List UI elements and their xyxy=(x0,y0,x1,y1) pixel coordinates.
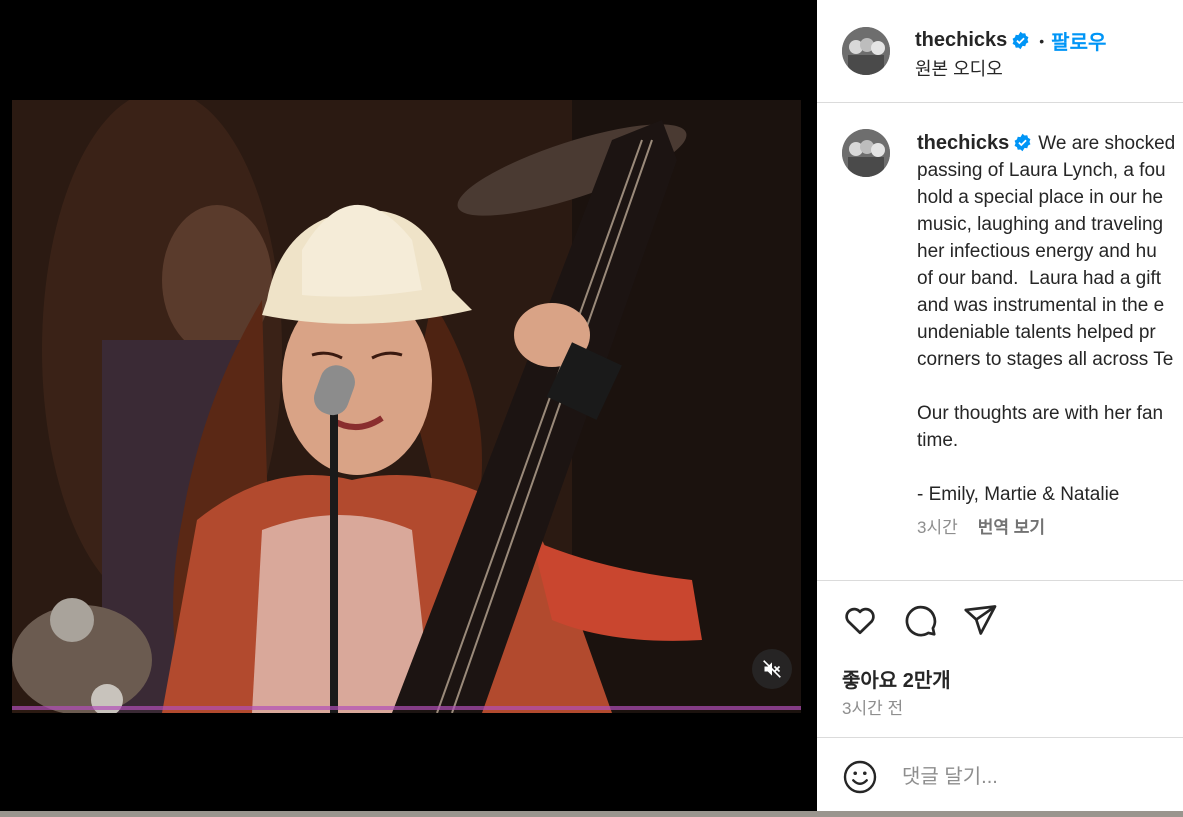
post-header: thechicks • 팔로우 원본 오디오 xyxy=(817,0,1183,103)
header-user-line: thechicks • 팔로우 xyxy=(915,26,1106,55)
caption-username[interactable]: thechicks xyxy=(917,132,1009,154)
caption-line: music, laughing and traveling xyxy=(917,214,1164,235)
caption-line: corners to stages all across Te xyxy=(917,349,1174,370)
caption-line: undeniable talents helped pr xyxy=(917,322,1156,343)
caption-line: time. xyxy=(917,430,959,451)
comment-composer xyxy=(817,737,1183,811)
caption-line: Our thoughts are with her fan xyxy=(917,403,1164,424)
caption-text: thechicks We are shocked passing of Laura… xyxy=(917,130,1183,508)
original-audio-link[interactable]: 원본 오디오 xyxy=(915,55,1003,81)
window-bottom-edge xyxy=(0,811,1183,817)
follow-button[interactable]: 팔로우 xyxy=(1051,26,1106,55)
see-translation-button[interactable]: 번역 보기 xyxy=(978,513,1045,538)
post-side-panel: thechicks • 팔로우 원본 오디오 thechicks We are s… xyxy=(817,0,1183,811)
smiley-icon[interactable] xyxy=(842,759,878,795)
video-still xyxy=(12,100,801,713)
verified-badge-icon xyxy=(1012,31,1029,50)
caption-line: of our band. Laura had a gift xyxy=(917,268,1162,289)
post-actions xyxy=(842,602,998,638)
likes-count[interactable]: 좋아요 2만개 xyxy=(842,664,951,693)
username-link[interactable]: thechicks xyxy=(915,29,1007,52)
avatar-image xyxy=(842,129,890,177)
caption-meta: 3시간 번역 보기 xyxy=(917,513,1045,538)
speech-bubble-icon[interactable] xyxy=(902,602,938,638)
avatar-image xyxy=(842,27,890,75)
paper-plane-icon[interactable] xyxy=(962,602,998,638)
caption-line: We are shocked xyxy=(1038,133,1176,154)
mute-toggle-button[interactable] xyxy=(752,649,792,689)
caption-avatar[interactable] xyxy=(842,129,890,177)
separator-dot: • xyxy=(1039,32,1045,49)
post-caption: thechicks We are shocked passing of Laura… xyxy=(817,104,1183,581)
post-timestamp[interactable]: 3시간 전 xyxy=(842,694,903,719)
speaker-muted-icon xyxy=(763,660,781,678)
post-media[interactable] xyxy=(0,0,817,817)
heart-icon[interactable] xyxy=(842,602,878,638)
caption-line: - Emily, Martie & Natalie xyxy=(917,484,1120,505)
video-frame[interactable] xyxy=(12,100,801,713)
caption-line: and was instrumental in the e xyxy=(917,295,1165,316)
verified-badge-icon xyxy=(1014,133,1031,152)
caption-line: passing of Laura Lynch, a fou xyxy=(917,160,1166,181)
avatar[interactable] xyxy=(842,27,890,75)
caption-timestamp[interactable]: 3시간 xyxy=(917,513,958,538)
caption-line: her infectious energy and hu xyxy=(917,241,1157,262)
caption-line: hold a special place in our he xyxy=(917,187,1164,208)
comment-input[interactable] xyxy=(902,760,1172,794)
